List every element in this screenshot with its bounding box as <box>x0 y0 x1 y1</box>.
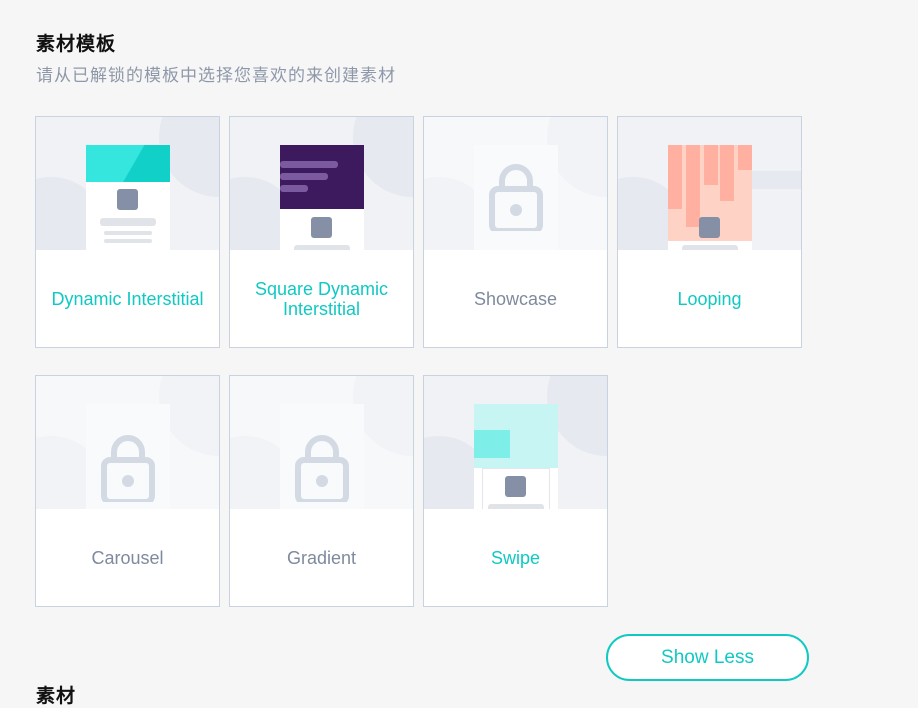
phone-mockup <box>474 404 558 509</box>
section-title: 素材模板 <box>36 33 117 55</box>
template-label: Showcase <box>473 288 558 309</box>
template-label: Swipe <box>490 547 541 568</box>
phone-mockup <box>86 145 170 250</box>
template-preview <box>36 376 219 509</box>
template-label: Looping <box>677 288 742 309</box>
phone-mockup <box>280 404 364 509</box>
phone-mockup <box>280 145 364 250</box>
template-card-swipe[interactable]: Swipe <box>423 375 608 607</box>
template-label: Carousel <box>91 547 164 568</box>
phone-mockup <box>474 145 558 250</box>
template-preview <box>36 117 219 250</box>
template-card-showcase[interactable]: Showcase <box>423 116 608 348</box>
phone-mockup <box>86 404 170 509</box>
lock-icon <box>295 435 349 502</box>
lock-icon <box>101 435 155 502</box>
lock-icon <box>489 164 543 231</box>
phone-mockup <box>668 145 752 250</box>
template-label: Dynamic Interstitial <box>51 288 204 309</box>
template-card-carousel[interactable]: Carousel <box>35 375 220 607</box>
template-card-gradient[interactable]: Gradient <box>229 375 414 607</box>
template-preview <box>424 376 607 509</box>
section-subtitle: 请从已解锁的模板中选择您喜欢的来创建素材 <box>36 66 396 86</box>
show-less-button[interactable]: Show Less <box>606 634 809 681</box>
template-preview <box>230 376 413 509</box>
next-section-title: 素材 <box>36 685 77 707</box>
template-label: Gradient <box>286 547 357 568</box>
template-preview <box>424 117 607 250</box>
template-preview <box>618 117 801 250</box>
template-card-dynamic-interstitial[interactable]: Dynamic Interstitial <box>35 116 220 348</box>
template-card-square-dynamic-interstitial[interactable]: Square Dynamic Interstitial <box>229 116 414 348</box>
template-card-looping[interactable]: Looping <box>617 116 802 348</box>
template-preview <box>230 117 413 250</box>
template-label: Square Dynamic Interstitial <box>254 278 389 319</box>
